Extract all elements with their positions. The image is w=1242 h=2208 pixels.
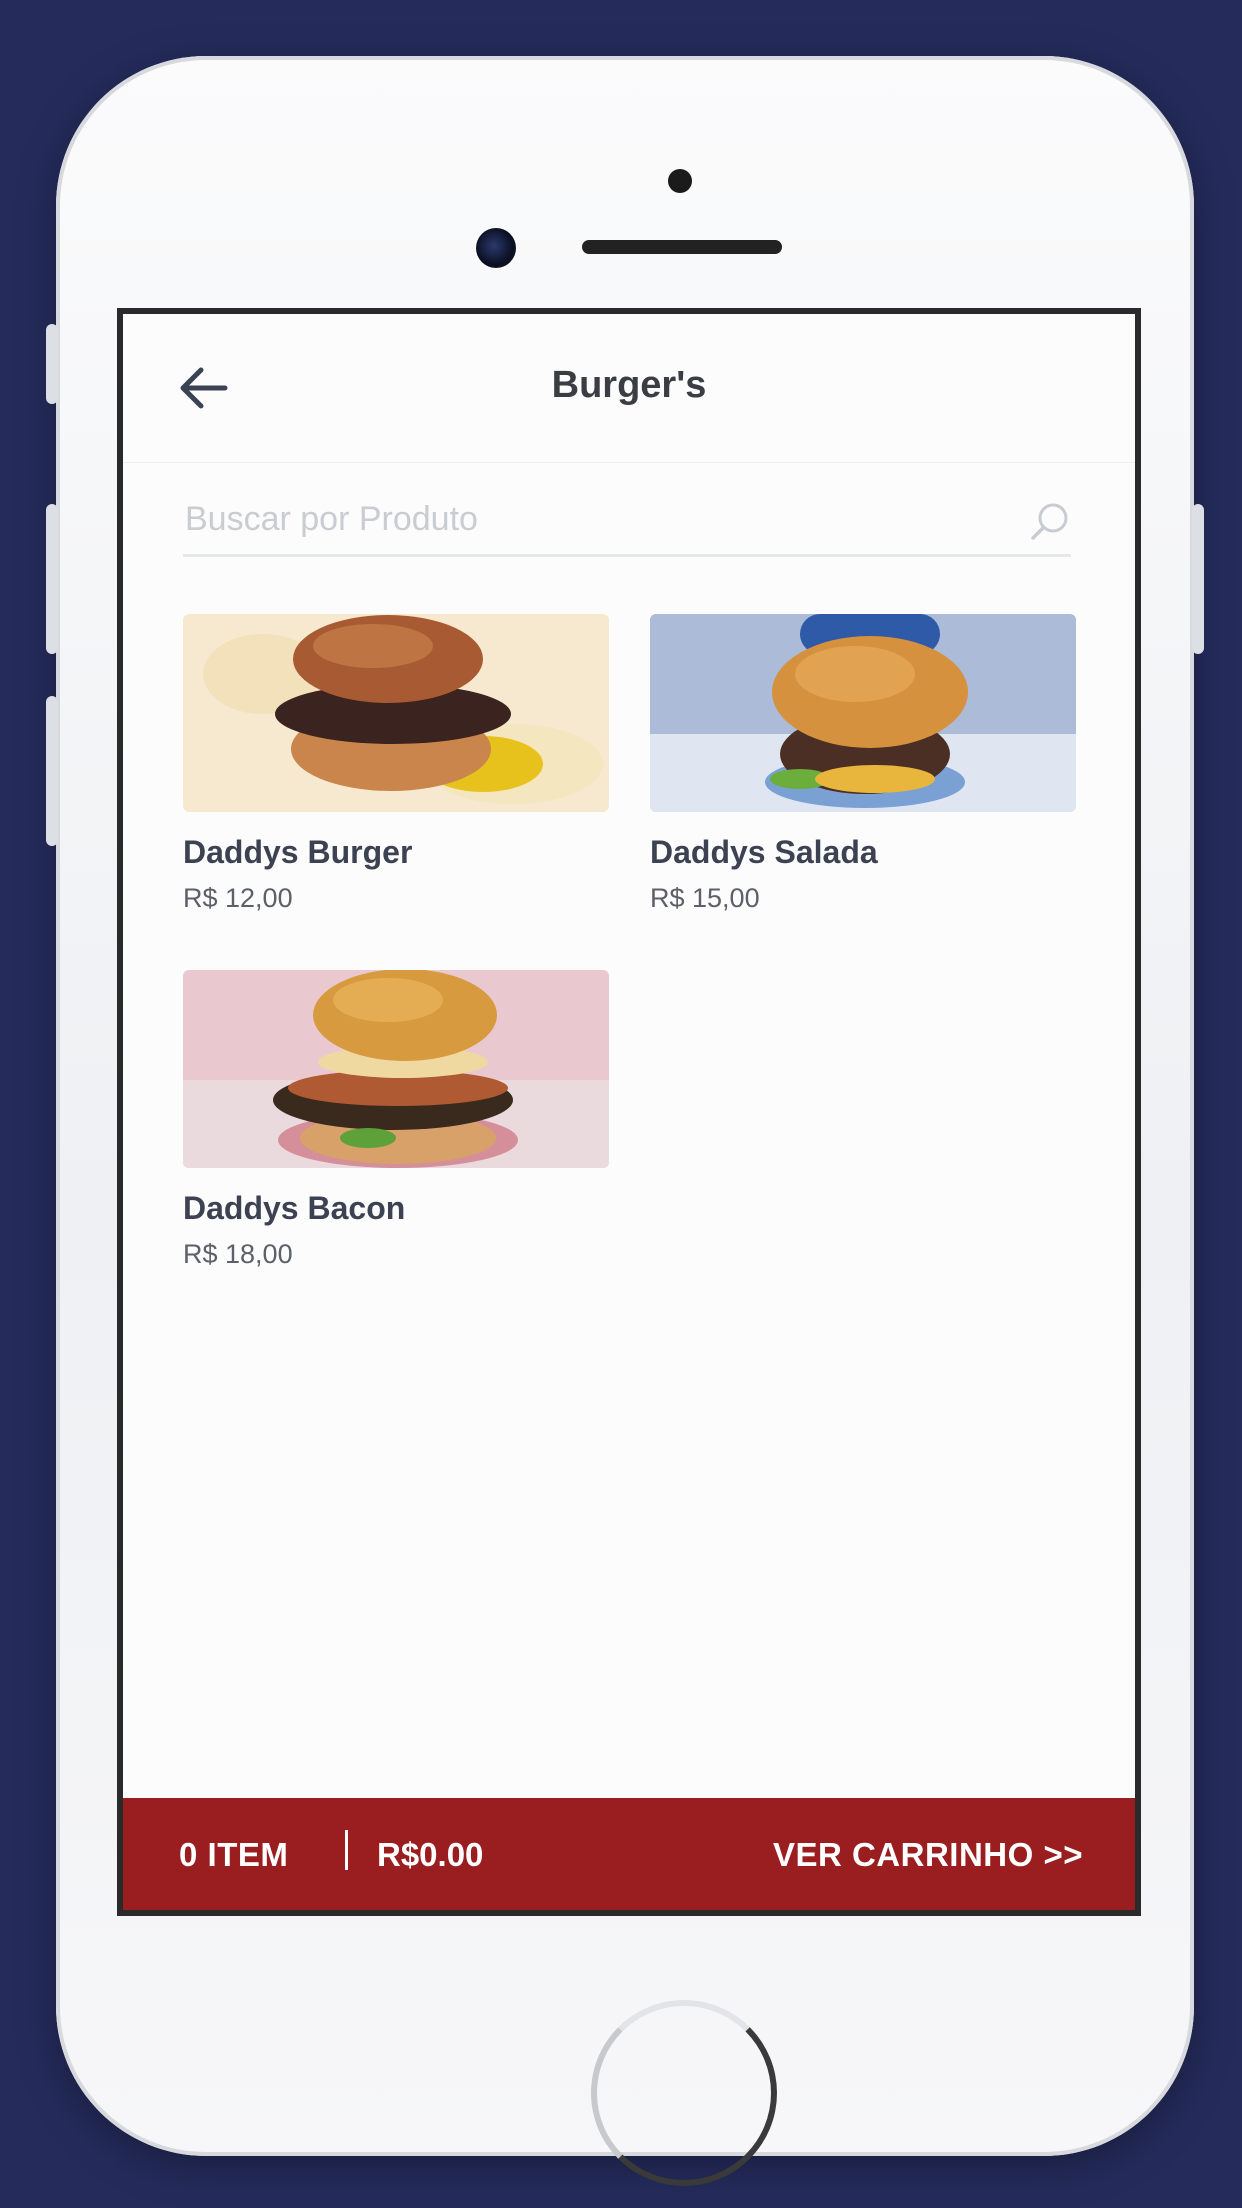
product-price: R$ 15,00: [650, 883, 760, 913]
product-name: Daddys Salada: [650, 834, 878, 870]
cart-item-count: 0 ITEM: [179, 1836, 289, 1873]
app-header: Burger's: [123, 314, 1135, 463]
product-price: R$ 18,00: [183, 1239, 293, 1269]
product-image: [650, 614, 1076, 812]
search-bar: [183, 484, 1071, 557]
front-camera: [476, 228, 516, 268]
mute-switch: [46, 324, 58, 404]
page-title: Burger's: [551, 364, 707, 406]
earpiece-speaker: [582, 240, 782, 254]
product-card[interactable]: Daddys Salada R$ 15,00: [650, 614, 1076, 914]
volume-up-button: [46, 504, 58, 654]
volume-down-button: [46, 696, 58, 846]
search-icon[interactable]: [1029, 500, 1071, 542]
home-button[interactable]: [591, 2000, 777, 2186]
cart-total: R$0.00: [377, 1836, 484, 1873]
product-card[interactable]: Daddys Burger R$ 12,00: [183, 614, 609, 914]
product-card[interactable]: Daddys Bacon R$ 18,00: [183, 970, 609, 1270]
cart-divider: [345, 1830, 348, 1870]
proximity-sensor: [668, 169, 692, 193]
product-image: [183, 614, 609, 812]
product-name: Daddys Bacon: [183, 1190, 406, 1226]
cart-bar[interactable]: 0 ITEM R$0.00 VER CARRINHO >>: [123, 1798, 1135, 1910]
view-cart-button[interactable]: VER CARRINHO >>: [773, 1836, 1083, 1874]
search-input[interactable]: [183, 496, 987, 542]
app-screen: Burger's Daddys Burger R$ 12,00: [117, 308, 1141, 1916]
product-price: R$ 12,00: [183, 883, 293, 913]
product-image: [183, 970, 609, 1168]
power-button: [1192, 504, 1204, 654]
product-name: Daddys Burger: [183, 834, 413, 870]
